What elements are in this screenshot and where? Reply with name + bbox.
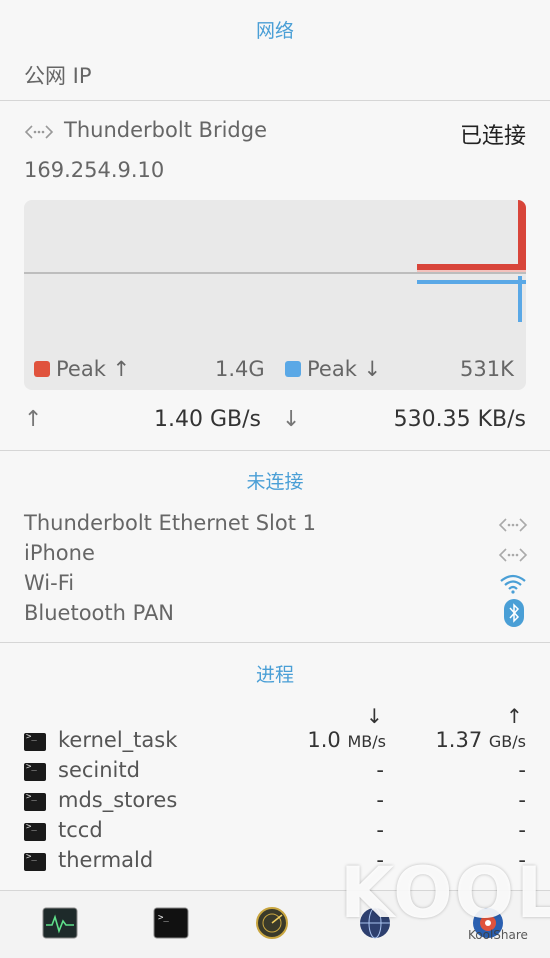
column-upload-arrow-icon: ↑ [506, 704, 523, 728]
network-item-iphone[interactable]: iPhone [24, 541, 95, 565]
process-row[interactable]: mds_stores - - [24, 788, 526, 816]
download-speed: 530.35 KB/s [393, 407, 526, 432]
download-arrow-icon: ↓ [282, 407, 301, 432]
legend-download-swatch [285, 361, 301, 377]
process-name: tccd [58, 818, 103, 842]
bluetooth-icon [504, 599, 524, 627]
interface-name: Thunderbolt Bridge [64, 118, 268, 142]
terminal-icon [24, 822, 46, 841]
process-upload: - [518, 818, 526, 842]
ethernet-icon [24, 125, 54, 139]
process-download: - [376, 818, 384, 842]
section-title-processes: 进程 [255, 664, 294, 686]
process-download-unit: MB/s [347, 732, 386, 751]
section-title-network: 网络 [255, 20, 294, 42]
network-item-wifi[interactable]: Wi-Fi [24, 571, 74, 595]
upload-arrow-icon: ↑ [24, 407, 43, 432]
process-download: 1.0 MB/s [307, 728, 386, 752]
process-download-value: 1.0 [307, 728, 341, 752]
activity-monitor-icon[interactable] [42, 907, 78, 939]
upload-bar-vertical [518, 200, 526, 268]
process-upload-unit: GB/s [488, 732, 526, 751]
terminal-icon [24, 732, 46, 751]
watermark-text: KoolShare [468, 928, 528, 942]
process-name: mds_stores [58, 788, 178, 812]
network-item-bluetooth-pan[interactable]: Bluetooth PAN [24, 601, 174, 625]
legend-upload-label: Peak ↑ [56, 357, 131, 381]
divider [0, 100, 550, 101]
watermark-logo: KOOL [340, 852, 550, 934]
download-bar-horizontal [417, 280, 526, 284]
terminal-icon [24, 852, 46, 871]
upload-bar-horizontal [417, 264, 526, 270]
process-name: kernel_task [58, 728, 178, 752]
process-download: - [376, 788, 384, 812]
legend-download: Peak ↓ [285, 357, 381, 381]
network-item-thunderbolt-ethernet[interactable]: Thunderbolt Ethernet Slot 1 [24, 511, 316, 535]
ethernet-icon [498, 548, 528, 562]
column-download-arrow-icon: ↓ [366, 704, 383, 728]
upload-bar-highlight [417, 270, 526, 272]
interface-ip: 169.254.9.10 [24, 158, 165, 182]
svg-text:>_: >_ [158, 913, 169, 923]
download-bar-vertical [518, 276, 522, 322]
terminal-icon [24, 762, 46, 781]
legend-download-value: 531K [460, 357, 514, 381]
ethernet-icon [498, 518, 528, 532]
divider [0, 450, 550, 451]
wifi-icon [500, 574, 526, 594]
interface-status: 已连接 [459, 124, 526, 149]
radar-app-icon[interactable] [254, 907, 290, 939]
process-name: secinitd [58, 758, 140, 782]
terminal-icon [24, 792, 46, 811]
process-upload: 1.37 GB/s [435, 728, 526, 752]
legend-download-label: Peak ↓ [307, 357, 382, 381]
legend-upload: Peak ↑ [34, 357, 130, 381]
upload-speed: 1.40 GB/s [154, 407, 261, 432]
legend-upload-value: 1.4G [215, 357, 265, 381]
interface-row[interactable]: Thunderbolt Bridge 已连接 [24, 118, 526, 149]
process-upload-value: 1.37 [435, 728, 483, 752]
terminal-app-icon[interactable]: >_ [153, 907, 189, 939]
process-upload: - [518, 758, 526, 782]
process-row[interactable]: kernel_task 1.0 MB/s 1.37 GB/s [24, 728, 526, 756]
public-ip-label: 公网 IP [24, 64, 92, 88]
process-row[interactable]: tccd - - [24, 818, 526, 846]
process-download: - [376, 758, 384, 782]
process-row[interactable]: secinitd - - [24, 758, 526, 786]
section-title-disconnected: 未连接 [246, 471, 304, 493]
process-upload: - [518, 788, 526, 812]
divider [0, 642, 550, 643]
process-name: thermald [58, 848, 154, 872]
legend-upload-swatch [34, 361, 50, 377]
